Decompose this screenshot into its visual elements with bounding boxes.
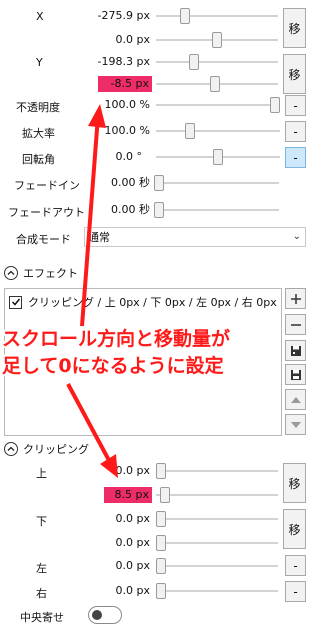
triangle-down-icon xyxy=(290,421,301,428)
chevron-down-icon: ⌄ xyxy=(292,231,301,242)
clip-top-slider[interactable] xyxy=(156,463,278,479)
save-small-icon xyxy=(290,345,301,356)
remove-effect-button[interactable] xyxy=(285,314,306,335)
opacity-value[interactable]: 100.0 % xyxy=(84,97,150,113)
effect-item-label: クリッピング / 上 0px / 下 0px / 左 0px / 右 0px xyxy=(28,296,277,309)
fadein-label: フェードイン xyxy=(14,179,80,192)
clip-bottom-move-button[interactable]: 移 xyxy=(283,509,306,549)
clip-top-end-slider[interactable] xyxy=(156,487,278,503)
rotation-slider-thumb[interactable] xyxy=(213,149,223,165)
rotation-value[interactable]: 0.0 ° xyxy=(84,149,143,165)
x-label: X xyxy=(36,10,44,23)
scale-slider[interactable] xyxy=(156,123,280,139)
effects-header[interactable]: エフェクト xyxy=(4,264,78,282)
x-slider[interactable] xyxy=(156,8,278,24)
x-move-button[interactable]: 移 xyxy=(283,8,306,48)
fadein-value[interactable]: 0.00 秒 xyxy=(84,175,150,191)
y-end-slider-thumb[interactable] xyxy=(210,76,220,92)
fadeout-value[interactable]: 0.00 秒 xyxy=(84,202,150,218)
clip-bottom-slider-thumb[interactable] xyxy=(156,511,166,527)
clip-bottom-slider[interactable] xyxy=(156,511,278,527)
clip-bottom-end-slider-thumb[interactable] xyxy=(156,535,166,551)
clip-top-value[interactable]: 0.0 px xyxy=(84,463,150,479)
clip-right-value[interactable]: 0.0 px xyxy=(84,583,150,599)
clip-top-move-button[interactable]: 移 xyxy=(283,463,306,503)
y-end-slider[interactable] xyxy=(156,76,278,92)
clip-bottom-end-value[interactable]: 0.0 px xyxy=(84,535,150,551)
blend-mode-select[interactable]: 通常 ⌄ xyxy=(84,227,306,247)
collapse-up-icon[interactable] xyxy=(4,266,18,280)
save-icon xyxy=(290,369,301,380)
x-end-slider[interactable] xyxy=(156,32,278,48)
clip-top-end-slider-thumb[interactable] xyxy=(160,487,170,503)
y-value[interactable]: -198.3 px xyxy=(84,54,150,70)
clip-left-reset-button[interactable]: - xyxy=(285,555,306,576)
fadeout-slider[interactable] xyxy=(154,202,279,218)
blend-mode-label: 合成モード xyxy=(16,233,71,246)
x-slider-thumb[interactable] xyxy=(180,8,190,24)
scale-label: 拡大率 xyxy=(22,127,55,140)
y-slider-thumb[interactable] xyxy=(189,54,199,70)
fadein-slider[interactable] xyxy=(154,175,279,191)
clip-left-slider-thumb[interactable] xyxy=(156,558,166,574)
blend-mode-value: 通常 xyxy=(88,231,110,244)
opacity-slider-thumb[interactable] xyxy=(270,97,280,113)
y-slider[interactable] xyxy=(156,54,278,70)
save-button[interactable] xyxy=(285,364,306,385)
effects-title: エフェクト xyxy=(23,267,78,280)
y-end-value[interactable]: -8.5 px xyxy=(98,76,152,92)
center-align-toggle[interactable] xyxy=(88,606,122,624)
y-move-button[interactable]: 移 xyxy=(283,54,306,94)
scale-reset-button[interactable]: - xyxy=(285,121,306,142)
opacity-label: 不透明度 xyxy=(16,101,60,114)
list-item[interactable]: クリッピング / 上 0px / 下 0px / 左 0px / 右 0px xyxy=(9,293,277,311)
fadeout-label: フェードアウト xyxy=(8,206,85,219)
clip-bottom-end-slider[interactable] xyxy=(156,535,278,551)
clip-bottom-label: 下 xyxy=(36,515,47,528)
rotation-slider[interactable] xyxy=(156,149,280,165)
rotation-label: 回転角 xyxy=(22,153,55,166)
clip-right-label: 右 xyxy=(36,587,47,600)
clip-top-slider-thumb[interactable] xyxy=(156,463,166,479)
opacity-slider[interactable] xyxy=(156,97,280,113)
scale-slider-thumb[interactable] xyxy=(185,123,195,139)
effect-enabled-checkbox[interactable] xyxy=(9,295,22,309)
move-up-button[interactable] xyxy=(285,389,306,410)
triangle-up-icon xyxy=(290,396,301,403)
x-end-slider-thumb[interactable] xyxy=(212,32,222,48)
scale-value[interactable]: 100.0 % xyxy=(84,123,150,139)
y-label: Y xyxy=(36,56,43,69)
clipping-header[interactable]: クリッピング xyxy=(4,440,89,458)
rotation-reset-button[interactable]: - xyxy=(285,147,306,168)
clipping-title: クリッピング xyxy=(23,443,89,456)
center-align-label: 中央寄せ xyxy=(20,611,64,624)
x-end-value[interactable]: 0.0 px xyxy=(84,32,150,48)
collapse-up-icon[interactable] xyxy=(4,442,18,456)
clip-right-slider[interactable] xyxy=(156,583,278,599)
minus-icon xyxy=(290,323,301,326)
clip-left-label: 左 xyxy=(36,562,47,575)
move-down-button[interactable] xyxy=(285,414,306,435)
clip-left-slider[interactable] xyxy=(156,558,278,574)
clip-left-value[interactable]: 0.0 px xyxy=(84,558,150,574)
clip-bottom-value[interactable]: 0.0 px xyxy=(84,511,150,527)
clip-right-reset-button[interactable]: - xyxy=(285,581,306,602)
clip-top-end-value[interactable]: 8.5 px xyxy=(104,487,152,503)
fadeout-slider-thumb[interactable] xyxy=(154,202,164,218)
x-value[interactable]: -275.9 px xyxy=(84,8,150,24)
save-preset-button[interactable] xyxy=(285,340,306,361)
clip-top-label: 上 xyxy=(36,467,47,480)
add-effect-button[interactable] xyxy=(285,288,306,309)
fadein-slider-thumb[interactable] xyxy=(154,175,164,191)
opacity-reset-button[interactable]: - xyxy=(285,95,306,116)
effects-list[interactable]: クリッピング / 上 0px / 下 0px / 左 0px / 右 0px xyxy=(4,288,282,436)
plus-icon xyxy=(290,293,301,304)
clip-right-slider-thumb[interactable] xyxy=(156,583,166,599)
